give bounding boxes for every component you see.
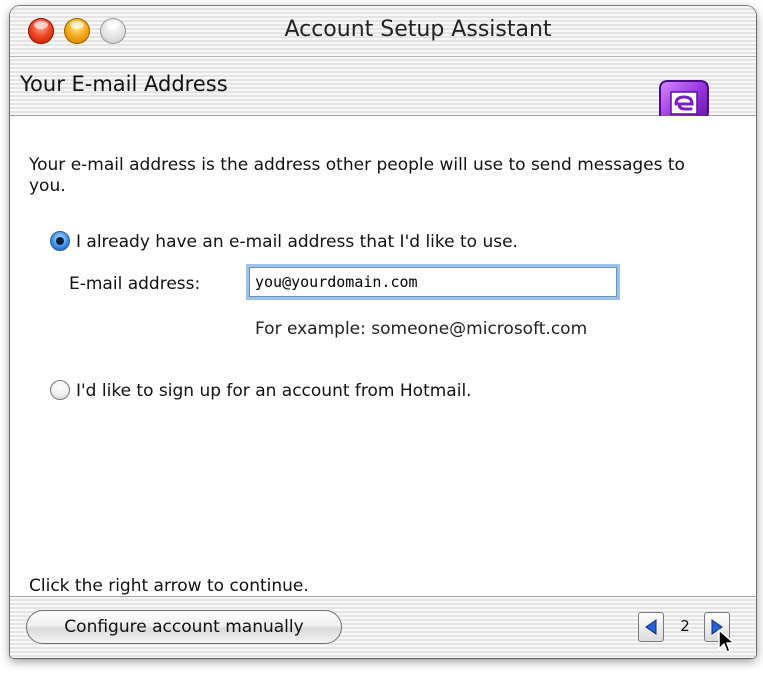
existing-address-label[interactable]: I already have an e-mail address that I'… [76, 232, 518, 252]
step-title: Your E-mail Address [20, 72, 228, 96]
page-number: 2 [680, 617, 690, 635]
step-header: Your E-mail Address [10, 57, 756, 129]
window-title: Account Setup Assistant [284, 17, 552, 42]
example-hint: For example: someone@microsoft.com [255, 319, 588, 339]
continue-hint: Click the right arrow to continue. [29, 576, 309, 596]
title-bar[interactable]: Account Setup Assistant [10, 6, 756, 57]
email-address-input[interactable] [249, 267, 617, 297]
left-arrow-icon [645, 619, 657, 635]
hotmail-label[interactable]: I'd like to sign up for an account from … [76, 381, 472, 401]
account-setup-window: Account Setup Assistant Your E-mail Addr… [10, 6, 756, 658]
configure-manually-button[interactable]: Configure account manually [26, 610, 342, 644]
existing-address-radio[interactable] [50, 231, 70, 251]
hotmail-radio[interactable] [50, 380, 70, 400]
intro-text: Your e-mail address is the address other… [29, 155, 685, 196]
mouse-cursor-icon [718, 629, 735, 653]
footer-bar: Configure account manually 2 [10, 596, 756, 658]
content-area: Your e-mail address is the address other… [10, 116, 756, 596]
email-address-label: E-mail address: [69, 274, 201, 294]
previous-page-button[interactable] [638, 612, 664, 642]
